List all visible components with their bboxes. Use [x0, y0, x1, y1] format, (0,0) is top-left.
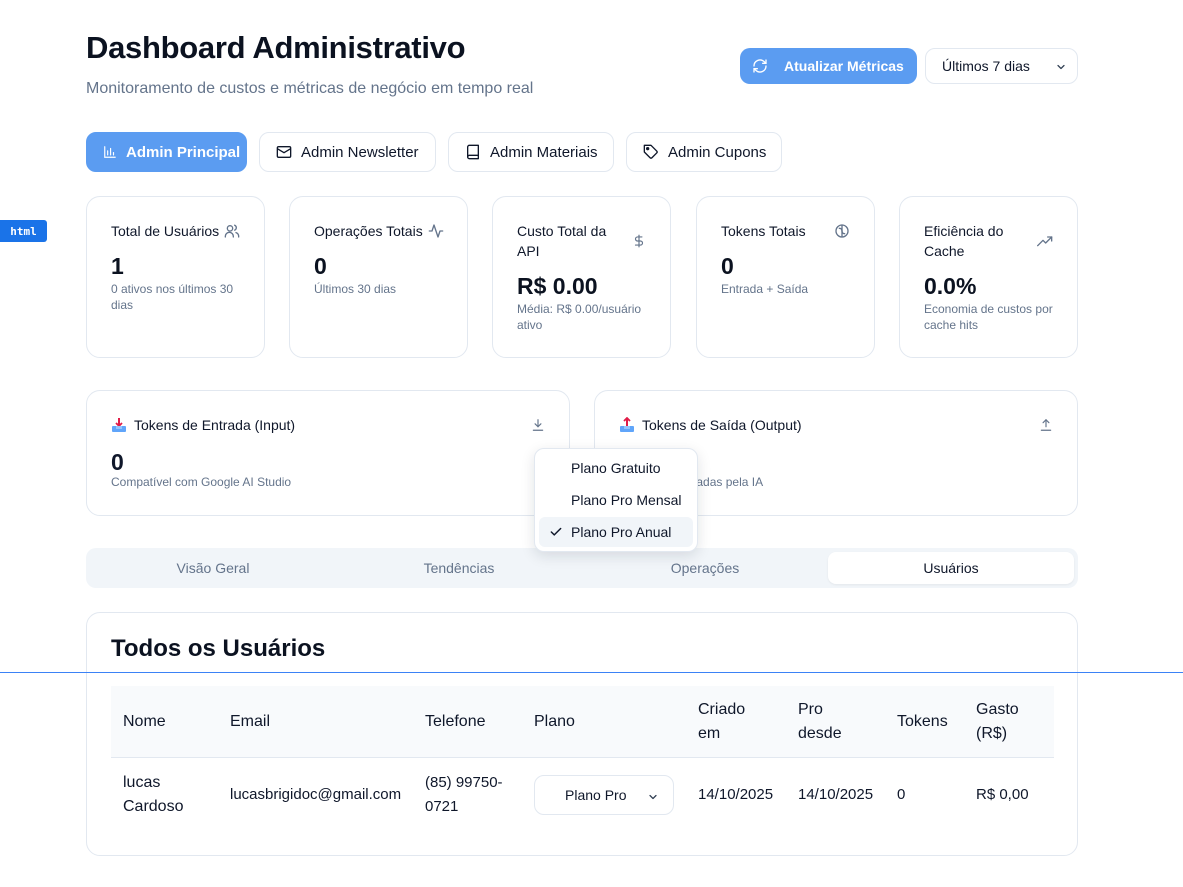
mail-icon [276, 144, 292, 160]
tokens-label: Tokens de Entrada (Input) [134, 417, 296, 433]
tokens-subtext: Compatível com Google AI Studio [111, 475, 292, 489]
tab-tendencias[interactable]: Tendências [336, 552, 582, 584]
plan-option-gratuito[interactable]: Plano Gratuito [539, 453, 693, 483]
page-title: Dashboard Administrativo [86, 30, 466, 65]
page-subtitle: Monitoramento de custos e métricas de ne… [86, 80, 534, 97]
tokens-value: 0 [111, 449, 124, 475]
stat-value: 0 [721, 253, 734, 279]
refresh-metrics-label: Atualizar Métricas [784, 58, 904, 74]
plan-select-value: Plano Pro [565, 787, 627, 803]
column-header: Criado em [698, 701, 746, 742]
stat-label: Total de Usuários [111, 223, 220, 239]
nav-admin-cupons[interactable]: Admin Cupons [626, 132, 782, 172]
stat-label: Operações Totais [314, 223, 423, 239]
brain-icon [834, 223, 850, 239]
chevron-down-icon [647, 791, 659, 803]
chevron-down-icon [1055, 61, 1067, 73]
download-icon [531, 417, 545, 433]
nav-admin-principal[interactable]: Admin Principal [86, 132, 247, 172]
outbox-tray-icon [619, 417, 635, 433]
tab-visao-geral[interactable]: Visão Geral [90, 552, 336, 584]
dollar-icon [632, 233, 646, 249]
guide-line [0, 672, 1183, 673]
column-header: Pro desde [798, 701, 842, 742]
user-email: lucasbrigidoc@gmail.com [230, 786, 402, 803]
user-spent: R$ 0,00 [976, 786, 1029, 803]
column-header: Plano [534, 713, 575, 730]
tab-operacoes[interactable]: Operações [582, 552, 828, 584]
stat-value: 1 [111, 253, 124, 279]
column-header: Gasto (R$) [976, 701, 1019, 742]
nav-label: Admin Materiais [490, 143, 598, 161]
book-icon [465, 144, 481, 160]
user-pro-since: 14/10/2025 [798, 786, 874, 803]
tokens-label: Tokens de Saída (Output) [642, 417, 802, 433]
tag-icon [643, 144, 659, 160]
user-tokens: 0 [897, 786, 906, 803]
stat-label: Eficiência do Cache [924, 223, 1004, 259]
trending-up-icon [1037, 235, 1053, 247]
nav-label: Admin Cupons [668, 143, 767, 161]
stat-value: 0.0% [924, 273, 977, 299]
plan-option-pro-anual[interactable]: Plano Pro Anual [539, 517, 693, 547]
users-table-card: Todos os Usuários Nome Email Telefone Pl… [86, 612, 1078, 856]
column-header: Telefone [425, 713, 486, 730]
nav-admin-newsletter[interactable]: Admin Newsletter [259, 132, 436, 172]
input-tokens-card: Tokens de Entrada (Input) 0 Compatível c… [86, 390, 570, 516]
upload-icon [1039, 417, 1053, 433]
table-row: lucas Cardoso lucasbrigidoc@gmail.com (8… [111, 759, 1054, 831]
plan-dropdown-menu: Plano Gratuito Plano Pro Mensal Plano Pr… [534, 448, 698, 552]
table-header: Nome Email Telefone Plano Criado em Pro … [111, 686, 1054, 758]
column-header: Email [230, 713, 271, 730]
stat-subtext: Média: R$ 0.00/usuário ativo [517, 302, 642, 332]
stat-value: R$ 0.00 [517, 273, 598, 299]
activity-icon [428, 223, 444, 239]
tab-usuarios[interactable]: Usuários [828, 552, 1074, 584]
column-header: Tokens [897, 713, 948, 730]
stat-value: 0 [314, 253, 327, 279]
plan-option-label: Plano Pro Mensal [571, 492, 682, 508]
user-created: 14/10/2025 [698, 786, 774, 803]
check-icon [549, 525, 563, 539]
stat-card-total-tokens: Tokens Totais 0 Entrada + Saída [696, 196, 875, 358]
nav-label: Admin Principal [126, 143, 241, 161]
date-range-value: Últimos 7 dias [942, 58, 1030, 74]
users-icon [224, 223, 240, 239]
stat-subtext: Economia de custos por cache hits [924, 302, 1053, 332]
stat-card-total-operations: Operações Totais 0 Últimos 30 dias [289, 196, 468, 358]
nav-admin-materiais[interactable]: Admin Materiais [448, 132, 614, 172]
date-range-select[interactable]: Últimos 7 dias [925, 48, 1078, 84]
stat-card-api-cost: Custo Total da API R$ 0.00 Média: R$ 0.0… [492, 196, 671, 358]
user-phone: (85) 99750-0721 [425, 774, 503, 815]
refresh-icon [752, 58, 768, 74]
dashboard-tabs: Visão Geral Tendências Operações Usuário… [86, 548, 1078, 588]
stat-subtext: 0 ativos nos últimos 30 dias [111, 282, 234, 312]
plan-option-label: Plano Gratuito [571, 460, 661, 476]
refresh-metrics-button[interactable]: Atualizar Métricas [740, 48, 917, 84]
plan-option-label: Plano Pro Anual [571, 524, 672, 540]
html-debug-badge: html [0, 220, 47, 242]
stat-label: Custo Total da API [517, 223, 607, 259]
user-name: lucas Cardoso [123, 774, 184, 815]
plan-option-pro-mensal[interactable]: Plano Pro Mensal [539, 485, 693, 515]
stat-card-total-users: Total de Usuários 1 0 ativos nos últimos… [86, 196, 265, 358]
stat-label: Tokens Totais [721, 223, 806, 239]
column-header: Nome [123, 713, 166, 730]
bar-chart-icon [103, 145, 117, 159]
users-table-title: Todos os Usuários [111, 635, 326, 662]
plan-select[interactable]: Plano Pro [534, 775, 674, 815]
inbox-tray-icon [111, 417, 127, 433]
stat-subtext: Entrada + Saída [721, 282, 809, 296]
stat-subtext: Últimos 30 dias [314, 282, 397, 296]
stat-card-cache-efficiency: Eficiência do Cache 0.0% Economia de cus… [899, 196, 1078, 358]
nav-label: Admin Newsletter [301, 143, 419, 161]
